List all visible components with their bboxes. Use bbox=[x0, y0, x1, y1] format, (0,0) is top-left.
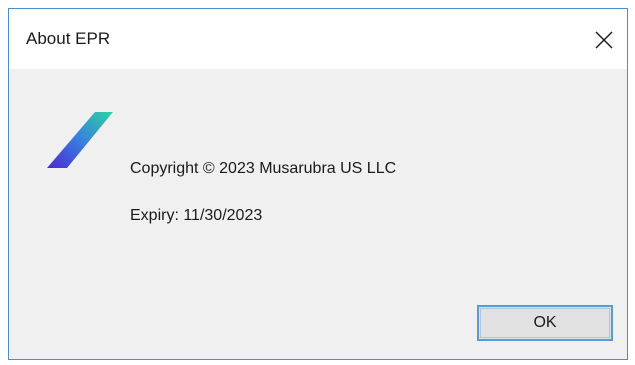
epr-logo-icon bbox=[47, 112, 113, 168]
close-icon bbox=[595, 31, 613, 49]
dialog-title: About EPR bbox=[26, 29, 111, 48]
expiry-text: Expiry: 11/30/2023 bbox=[130, 207, 263, 224]
ok-button[interactable]: OK bbox=[477, 305, 613, 341]
title-bar: About EPR bbox=[9, 9, 627, 69]
close-button[interactable] bbox=[581, 9, 627, 69]
copyright-text: Copyright © 2023 Musarubra US LLC bbox=[130, 160, 397, 177]
about-dialog: About EPR Copyright © 2023 Musarubra US … bbox=[8, 8, 628, 360]
